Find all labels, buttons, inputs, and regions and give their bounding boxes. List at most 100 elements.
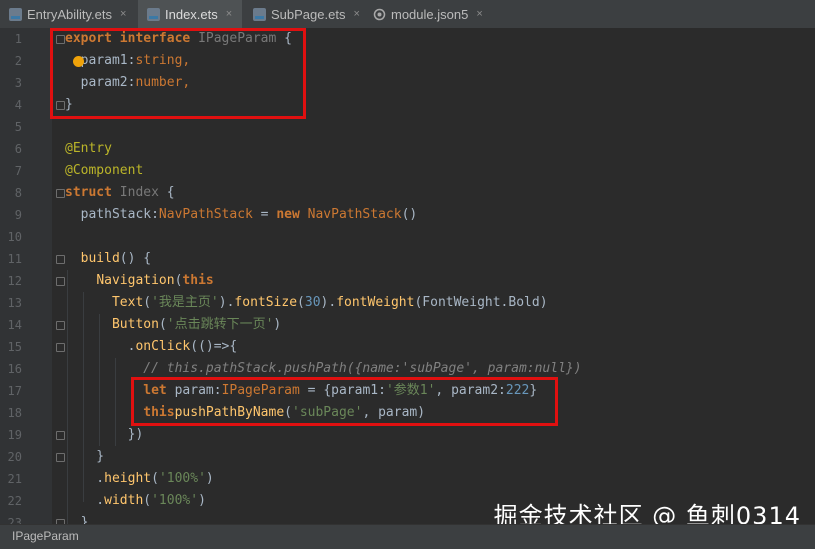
- token: {: [158, 185, 175, 200]
- token: '我是主页': [151, 295, 219, 310]
- token: (: [143, 493, 152, 508]
- line-number: 15: [7, 340, 22, 354]
- token: (()=>{: [190, 339, 238, 354]
- token: ): [205, 471, 214, 486]
- line-number: 13: [7, 296, 22, 310]
- code-editor[interactable]: 1 export interface IPageParam { 2 param1…: [0, 28, 815, 524]
- tab-label: module.json5: [391, 6, 469, 22]
- ets-file-icon: [9, 7, 22, 21]
- ets-file-icon: [147, 7, 160, 21]
- token: (): [401, 207, 418, 222]
- code-text: build() {: [65, 248, 151, 270]
- code-line: 13 Text('我是主页').fontSize(30).fontWeight(…: [0, 292, 815, 314]
- code-text: Button('点击跳转下一页'): [65, 314, 281, 336]
- token: =: [252, 207, 277, 222]
- json-file-icon: [373, 8, 386, 21]
- token: Navigation: [96, 273, 175, 288]
- code-text: }: [65, 449, 105, 464]
- token: onClick: [135, 339, 191, 354]
- token: '点击跳转下一页': [166, 317, 274, 332]
- token: NavPathStack: [307, 207, 402, 222]
- line-number: 12: [7, 274, 22, 288]
- fold-icon[interactable]: [56, 255, 65, 264]
- token: Index: [119, 185, 159, 200]
- token: fontSize: [234, 295, 298, 310]
- line-number: 16: [7, 362, 22, 376]
- ets-file-icon: [253, 7, 266, 21]
- close-icon[interactable]: ×: [120, 8, 126, 20]
- token: (: [297, 295, 305, 310]
- code-line: 19 }): [0, 424, 815, 446]
- code-line: 9 pathStack:NavPathStack = new NavPathSt…: [0, 204, 815, 226]
- token: 30: [304, 295, 321, 310]
- line-number: 10: [7, 230, 22, 244]
- tab-entryability[interactable]: EntryAbility.ets ×: [0, 0, 135, 28]
- code-text: }: [65, 515, 89, 524]
- token: () {: [119, 251, 152, 266]
- code-line: 12 Navigation(this: [0, 270, 815, 292]
- fold-icon[interactable]: [56, 189, 65, 198]
- line-number: 21: [7, 472, 22, 486]
- token: (: [151, 471, 159, 486]
- token: Button: [111, 317, 159, 332]
- code-text: Text('我是主页').fontSize(30).fontWeight(Fon…: [65, 292, 548, 314]
- code-line: 20 }: [0, 446, 815, 468]
- highlight-box-push: [131, 377, 558, 426]
- code-text: .width('100%'): [65, 490, 206, 512]
- line-number: 20: [7, 450, 22, 464]
- code-text: }): [65, 427, 144, 442]
- token: .: [65, 471, 105, 486]
- token: new: [276, 207, 308, 222]
- line-number: 6: [14, 142, 22, 156]
- token: (FontWeight.Bold): [414, 295, 548, 310]
- code-text: .height('100%'): [65, 468, 214, 490]
- line-number: 14: [7, 318, 22, 332]
- status-bar: IPageParam: [0, 524, 815, 549]
- code-line: 6 @Entry: [0, 138, 815, 160]
- fold-icon[interactable]: [56, 453, 65, 462]
- code-text: @Component: [65, 163, 144, 178]
- fold-icon[interactable]: [56, 343, 65, 352]
- line-number: 9: [14, 208, 22, 222]
- token: ): [198, 493, 206, 508]
- token: .: [65, 493, 105, 508]
- close-icon[interactable]: ×: [226, 8, 232, 20]
- tab-module-json5[interactable]: module.json5 ×: [364, 0, 494, 28]
- code-text: @Entry: [65, 141, 112, 156]
- tab-label: Index.ets: [165, 6, 218, 22]
- tab-label: EntryAbility.ets: [27, 6, 113, 22]
- fold-icon[interactable]: [56, 321, 65, 330]
- line-number: 23: [7, 516, 22, 524]
- line-number: 3: [14, 76, 22, 90]
- token: ).: [218, 295, 235, 310]
- token: Text: [111, 295, 144, 310]
- code-line: 15 .onClick(()=>{: [0, 336, 815, 358]
- line-number: 22: [7, 494, 22, 508]
- code-line: 10: [0, 226, 815, 248]
- line-number: 1: [14, 32, 22, 46]
- fold-icon[interactable]: [56, 277, 65, 286]
- code-line: 21 .height('100%'): [0, 468, 815, 490]
- close-icon[interactable]: ×: [353, 8, 359, 20]
- token: build: [80, 251, 120, 266]
- code-text: .onClick(()=>{: [65, 336, 238, 358]
- token: '100%': [151, 493, 199, 508]
- breadcrumb[interactable]: IPageParam: [12, 529, 79, 543]
- code-text: struct Index {: [65, 182, 175, 204]
- fold-icon[interactable]: [56, 431, 65, 440]
- code-text: pathStack:NavPathStack = new NavPathStac…: [65, 204, 418, 226]
- token: height: [104, 471, 152, 486]
- tab-index[interactable]: Index.ets ×: [138, 0, 242, 28]
- highlight-box-interface: [50, 28, 306, 119]
- token: (: [143, 295, 152, 310]
- token: this: [182, 273, 214, 288]
- code-line: 11 build() {: [0, 248, 815, 270]
- line-number: 18: [7, 406, 22, 420]
- line-number: 11: [7, 252, 22, 266]
- close-icon[interactable]: ×: [476, 8, 482, 20]
- token: width: [104, 493, 144, 508]
- tab-subpage[interactable]: SubPage.ets ×: [244, 0, 362, 28]
